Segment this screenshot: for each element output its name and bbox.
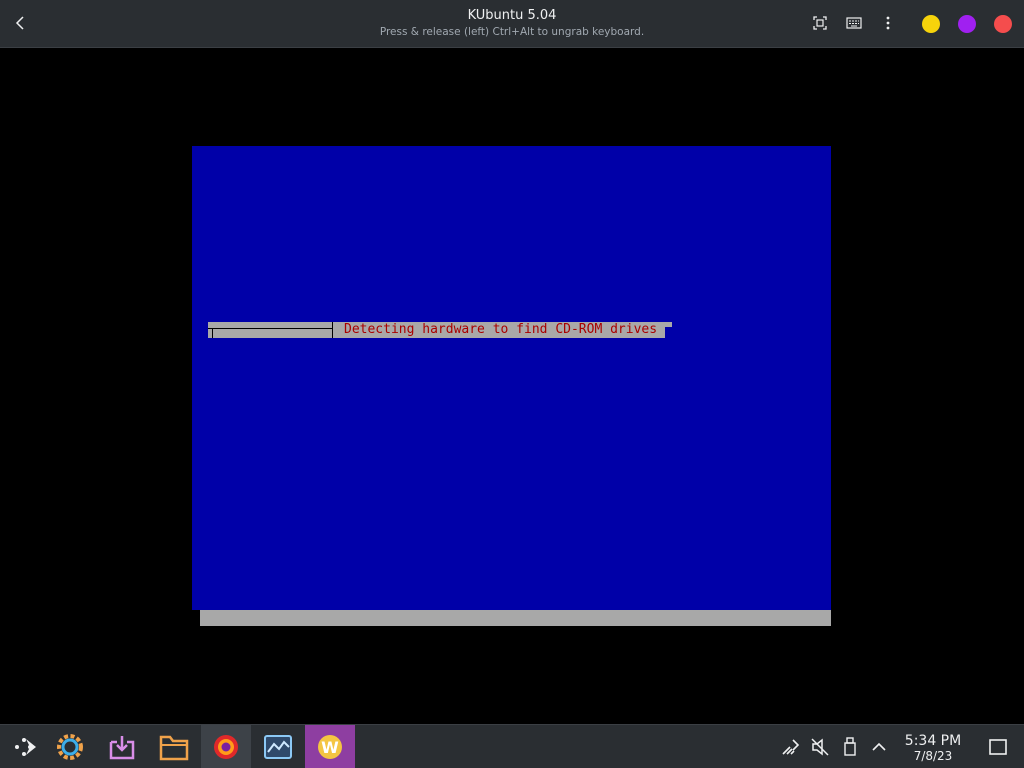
fullscreen-icon[interactable] bbox=[810, 13, 830, 33]
title-block: KUbuntu 5.04 Press & release (left) Ctrl… bbox=[0, 7, 1024, 40]
window-title: KUbuntu 5.04 bbox=[467, 8, 557, 23]
keyboard-icon[interactable] bbox=[844, 13, 864, 33]
progress-bar bbox=[208, 322, 333, 338]
usb-device-icon[interactable] bbox=[840, 737, 860, 757]
application-launcher-icon[interactable] bbox=[0, 725, 50, 768]
minimize-button[interactable] bbox=[922, 15, 940, 33]
network-icon[interactable] bbox=[780, 737, 800, 757]
clock-date: 7/8/23 bbox=[913, 749, 953, 763]
vm-status-shadow bbox=[200, 610, 831, 626]
firefox-icon[interactable] bbox=[201, 725, 251, 768]
clock-time: 5:34 PM bbox=[904, 733, 962, 749]
system-settings-icon[interactable] bbox=[45, 725, 95, 768]
close-button[interactable] bbox=[994, 15, 1012, 33]
menu-kebab-icon[interactable] bbox=[878, 13, 898, 33]
discover-store-icon[interactable] bbox=[97, 725, 147, 768]
window-titlebar: KUbuntu 5.04 Press & release (left) Ctrl… bbox=[0, 0, 1024, 48]
svg-text:W: W bbox=[321, 738, 339, 757]
show-desktop-icon[interactable] bbox=[988, 737, 1008, 757]
tray-expand-icon[interactable] bbox=[869, 737, 889, 757]
taskbar: W 5:34 PM 7/8/23 bbox=[0, 724, 1024, 768]
system-monitor-icon[interactable] bbox=[253, 725, 303, 768]
clock[interactable]: 5:34 PM 7/8/23 bbox=[896, 733, 970, 763]
maximize-button[interactable] bbox=[958, 15, 976, 33]
volume-muted-icon[interactable] bbox=[810, 737, 830, 757]
window-subtitle: Press & release (left) Ctrl+Alt to ungra… bbox=[379, 26, 645, 38]
progress-dialog-edge bbox=[664, 322, 672, 327]
file-manager-icon[interactable] bbox=[149, 725, 199, 768]
vm-display[interactable] bbox=[192, 146, 831, 610]
progress-dialog: Detecting hardware to find CD-ROM drives bbox=[208, 322, 672, 338]
w-app-icon[interactable]: W bbox=[305, 725, 355, 768]
progress-message: Detecting hardware to find CD-ROM drives bbox=[333, 322, 666, 338]
